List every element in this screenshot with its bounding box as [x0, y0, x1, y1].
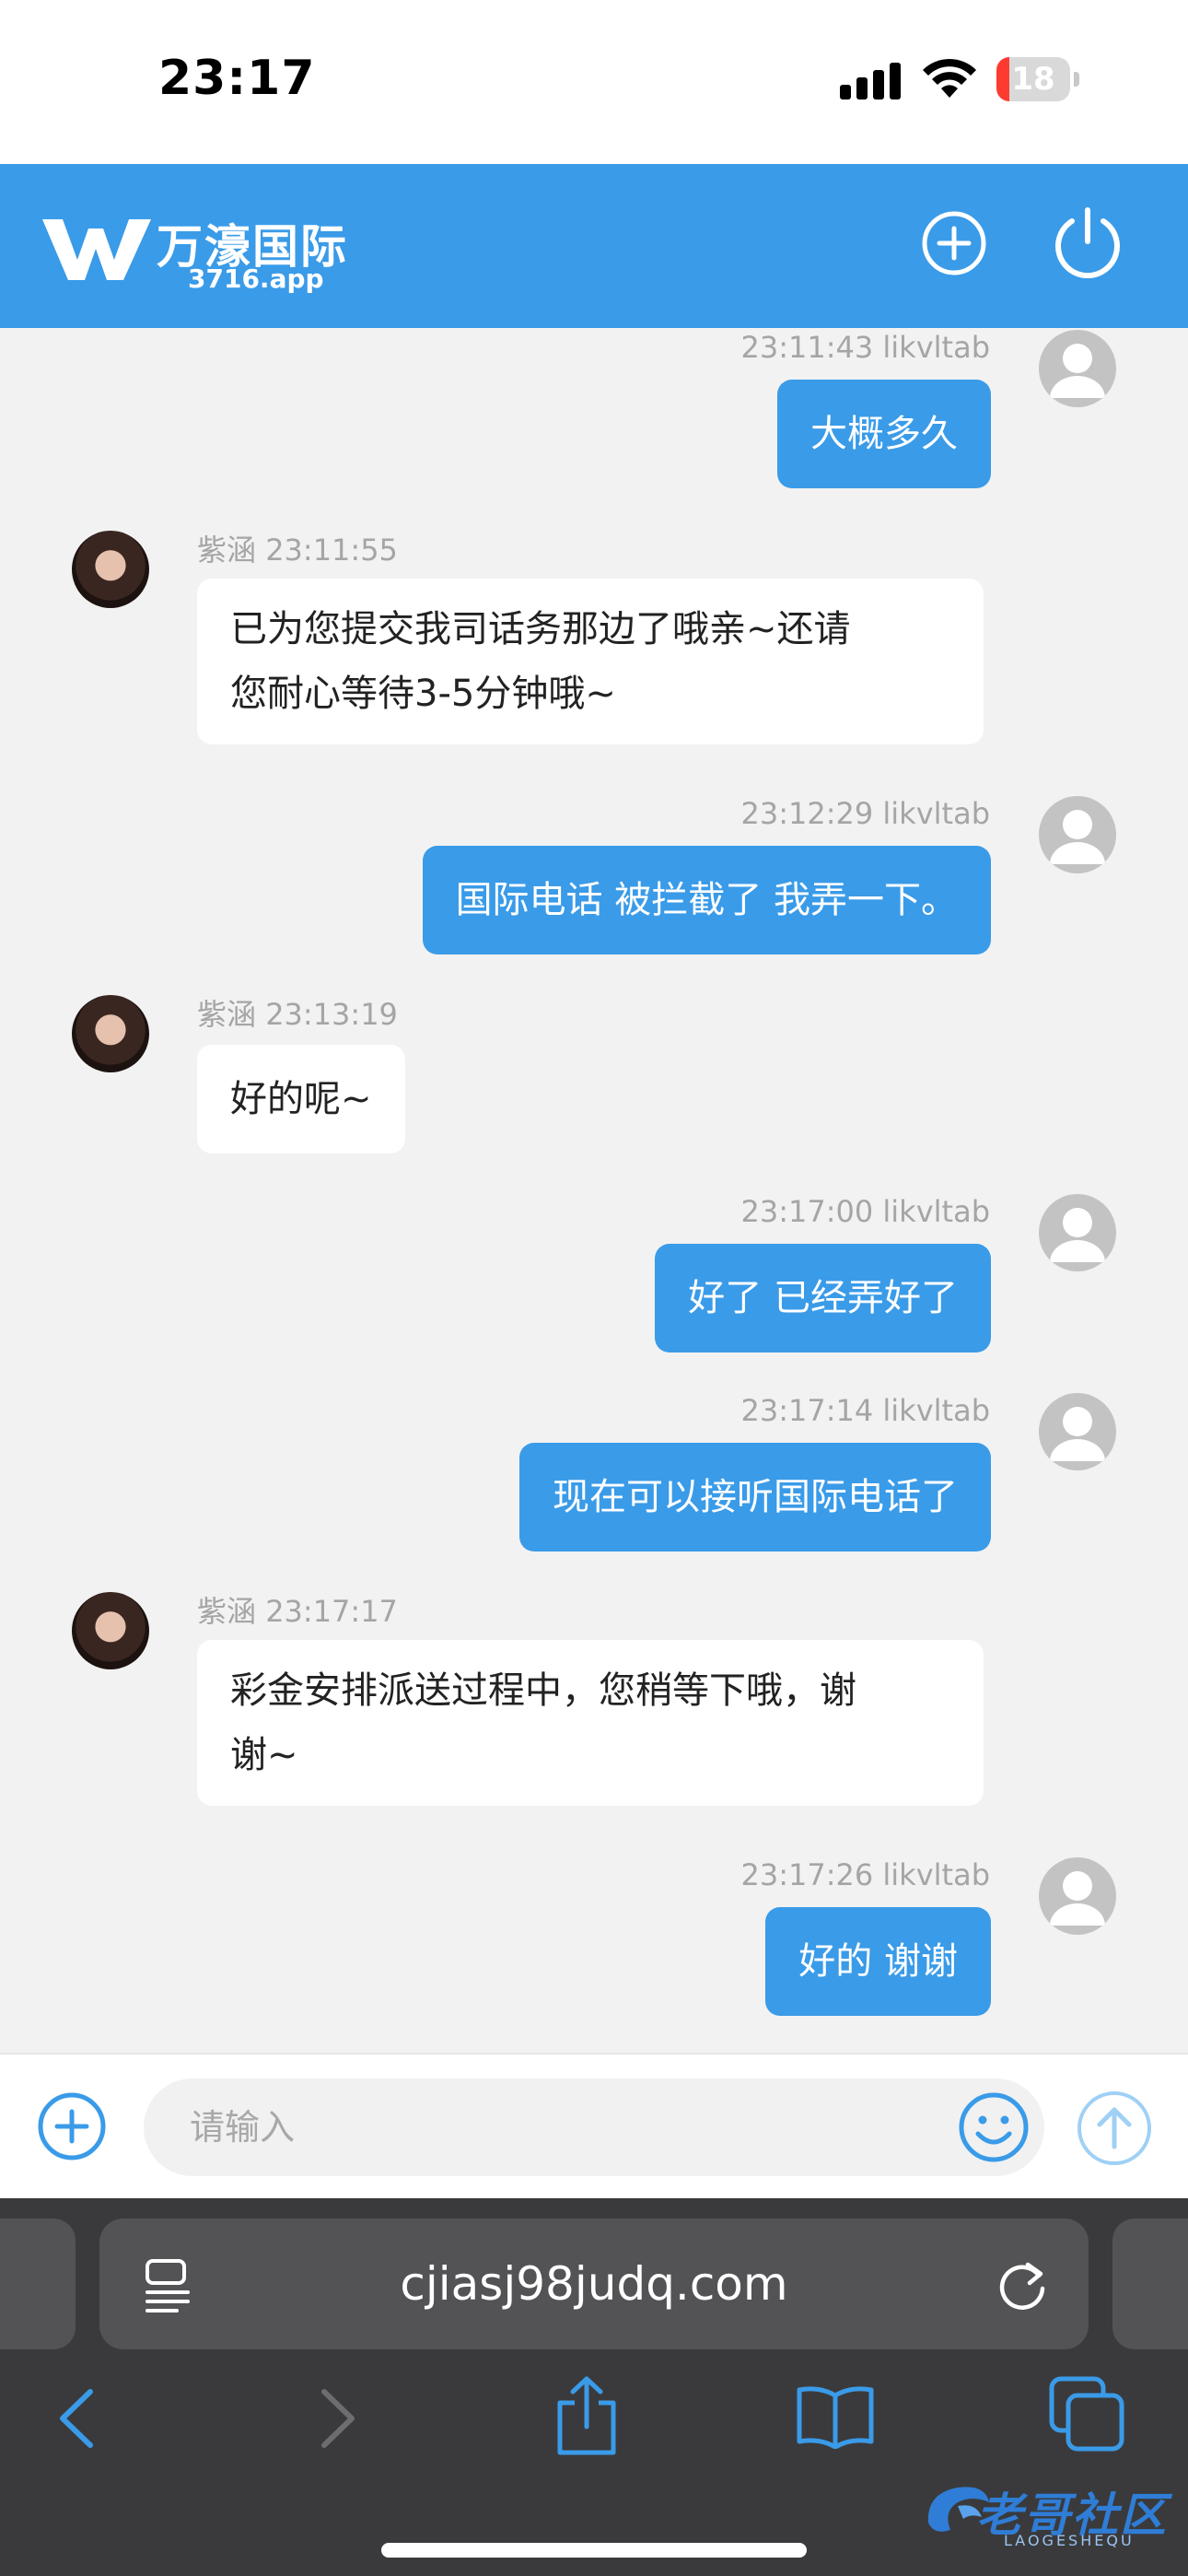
message-input[interactable]: 请输入 — [144, 2078, 1044, 2176]
message-bubble[interactable]: 好的 谢谢 — [765, 1907, 991, 2016]
watermark: 老哥社区 LAOGESHEQU — [921, 2475, 1179, 2558]
message-meta: 23:12:29 likvltab — [741, 796, 991, 831]
message-time: 23:11:43 — [740, 330, 874, 365]
message-time: 23:17:26 — [740, 1857, 874, 1892]
user-avatar-icon[interactable] — [1039, 330, 1116, 407]
watermark-subtext: LAOGESHEQU — [1004, 2532, 1135, 2549]
back-icon[interactable] — [53, 2386, 101, 2451]
message-bubble[interactable]: 大概多久 — [777, 380, 991, 488]
message-line: 彩金安排派送过程中，您稍等下哦，谢 — [230, 1669, 856, 1712]
logo-w-mark — [42, 219, 151, 280]
message-line: 您耐心等待3-5分钟哦~ — [230, 673, 616, 715]
share-icon[interactable] — [553, 2375, 621, 2456]
message-meta: 紫涵 23:13:19 — [197, 991, 398, 1034]
message-sender: likvltab — [882, 796, 990, 831]
bookmarks-icon[interactable] — [796, 2383, 875, 2449]
message-sender: 紫涵 — [197, 1594, 257, 1629]
message-meta: 23:11:43 likvltab — [741, 330, 991, 365]
url-text: cjiasj98judq.com — [400, 2257, 788, 2311]
send-arrow-icon[interactable] — [1076, 2090, 1153, 2167]
user-avatar-icon[interactable] — [1039, 796, 1116, 873]
message-sender: likvltab — [882, 1393, 990, 1428]
message-bubble[interactable]: 好了 已经弄好了 — [655, 1244, 991, 1352]
agent-avatar[interactable] — [72, 995, 149, 1072]
message-bubble[interactable]: 已为您提交我司话务那边了哦亲~还请 您耐心等待3-5分钟哦~ — [197, 579, 984, 744]
status-bar: 23:17 18 — [0, 0, 1188, 164]
message-line: 已为您提交我司话务那边了哦亲~还请 — [230, 608, 851, 650]
message-time: 23:17:00 — [740, 1194, 874, 1229]
message-meta: 紫涵 23:17:17 — [197, 1588, 398, 1631]
battery-level: 18 — [1011, 61, 1055, 98]
message-bubble[interactable]: 彩金安排派送过程中，您稍等下哦，谢 谢~ — [197, 1640, 984, 1806]
message-sender: likvltab — [882, 1194, 990, 1229]
message-time: 23:17:17 — [265, 1594, 398, 1629]
message-meta: 23:17:00 likvltab — [741, 1194, 991, 1229]
agent-avatar[interactable] — [72, 531, 149, 608]
message-time: 23:11:55 — [265, 533, 398, 568]
message-line: 好的呢~ — [230, 1078, 372, 1120]
message-sender: likvltab — [882, 1857, 990, 1892]
browser-toolbar: cjiasj98judq.com 老哥社区 LAOGESHEQU — [0, 2198, 1188, 2576]
message-meta: 23:17:26 likvltab — [741, 1857, 991, 1892]
logo-subtitle: 3716.app — [188, 263, 324, 294]
battery-cap — [1074, 72, 1079, 87]
status-time: 23:17 — [158, 51, 316, 106]
message-time: 23:17:14 — [740, 1393, 874, 1428]
message-time: 23:12:29 — [740, 796, 874, 831]
attach-button[interactable] — [37, 2091, 107, 2161]
message-sender: likvltab — [882, 330, 990, 365]
message-time: 23:13:19 — [265, 997, 398, 1032]
add-chat-button[interactable] — [921, 210, 987, 276]
message-sender: 紫涵 — [197, 997, 257, 1032]
message-input-placeholder: 请输入 — [190, 2107, 296, 2148]
message-line: 谢~ — [230, 1734, 298, 1776]
message-bubble[interactable]: 好的呢~ — [197, 1045, 405, 1153]
reload-icon[interactable] — [996, 2257, 1050, 2311]
tabs-icon[interactable] — [1048, 2375, 1125, 2453]
address-bar[interactable]: cjiasj98judq.com — [99, 2219, 1089, 2349]
brand-logo: 万濠国际 3716.app — [42, 210, 346, 294]
user-avatar-icon[interactable] — [1039, 1857, 1116, 1935]
signal-icon — [840, 63, 901, 100]
input-bar: 请输入 — [0, 2053, 1188, 2198]
message-meta: 紫涵 23:11:55 — [197, 527, 398, 569]
next-tab-preview[interactable] — [1112, 2219, 1188, 2349]
message-bubble[interactable]: 国际电话 被拦截了 我弄一下。 — [422, 846, 991, 954]
message-meta: 23:17:14 likvltab — [741, 1393, 991, 1428]
smiley-icon[interactable] — [958, 2091, 1030, 2163]
wifi-icon — [923, 58, 976, 98]
home-indicator[interactable] — [381, 2543, 807, 2558]
forward-icon[interactable] — [313, 2386, 361, 2451]
message-sender: 紫涵 — [197, 533, 257, 568]
user-avatar-icon[interactable] — [1039, 1194, 1116, 1271]
agent-avatar[interactable] — [72, 1592, 149, 1669]
message-bubble[interactable]: 现在可以接听国际电话了 — [519, 1443, 991, 1551]
battery-icon: 18 — [996, 57, 1081, 101]
previous-tab-preview[interactable] — [0, 2219, 76, 2349]
chat-area[interactable]: 23:11:43 likvltab 大概多久 紫涵 23:11:55 已为您提交… — [0, 328, 1188, 2053]
app-header: 万濠国际 3716.app — [0, 164, 1188, 328]
battery-body: 18 — [996, 57, 1070, 101]
user-avatar-icon[interactable] — [1039, 1393, 1116, 1470]
power-button[interactable] — [1052, 206, 1124, 278]
